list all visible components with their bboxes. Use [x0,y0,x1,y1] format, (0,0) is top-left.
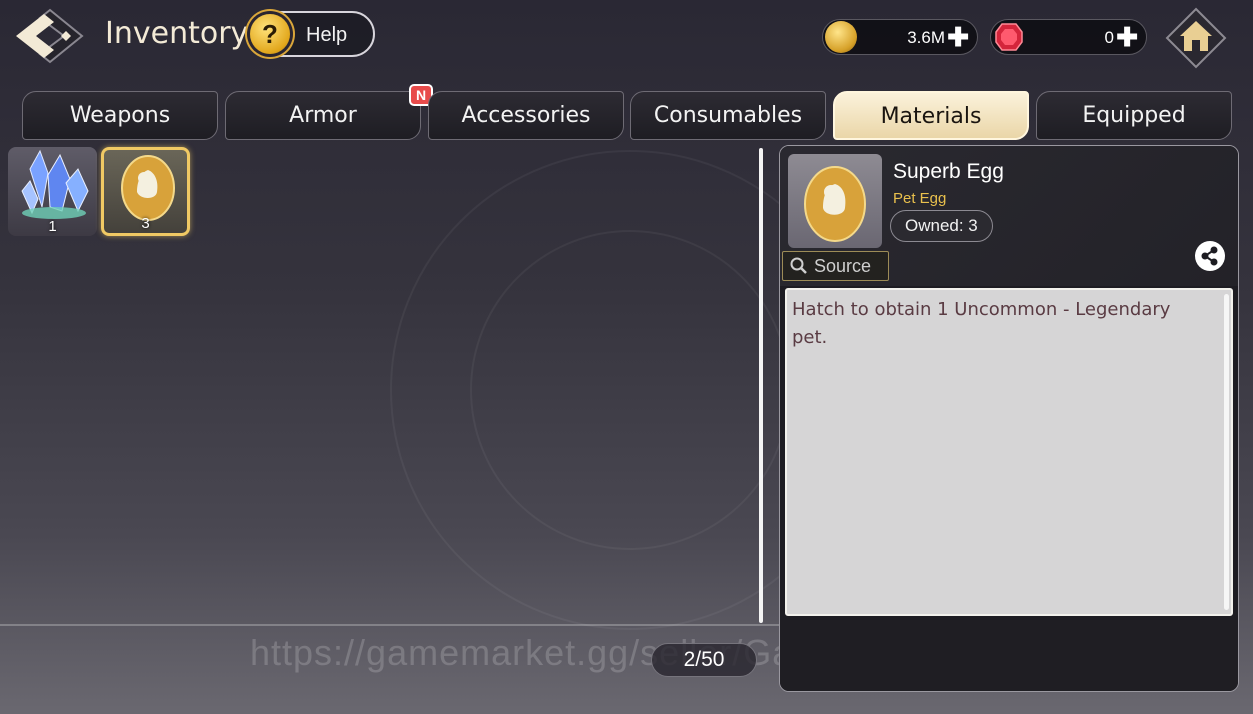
item-quantity: 3 [141,215,150,232]
tab-consumables[interactable]: Consumables [630,91,826,140]
item-quantity: 1 [48,218,57,235]
source-button[interactable]: Source [782,251,889,281]
back-arrow-icon [16,8,84,64]
tab-equipped[interactable]: Equipped [1036,91,1232,140]
tab-accessories[interactable]: Accessories [428,91,624,140]
crystal-icon [21,149,89,219]
red-gem-icon [993,21,1025,53]
tab-weapons[interactable]: Weapons [22,91,218,140]
description-box: Hatch to obtain 1 Uncommon - Legendary p… [785,288,1233,616]
source-label: Source [814,256,872,276]
item-detail-panel: Superb Egg Pet Egg Owned: 3 Source Hatch… [779,145,1239,692]
detail-item-image [788,154,882,248]
egg-icon [121,155,175,221]
background-ornament-inner [470,230,790,550]
share-icon [1201,246,1218,266]
item-slot-superb-egg[interactable]: 3 [101,147,190,236]
tab-materials[interactable]: Materials [833,91,1029,140]
gold-currency: 3.6M ✚ [822,19,978,55]
gem-amount: 0 [1104,28,1114,47]
share-button[interactable] [1195,241,1225,271]
back-button[interactable] [14,8,84,64]
add-gold-button[interactable]: ✚ [947,22,969,53]
home-button[interactable] [1165,7,1227,69]
gem-currency: 0 ✚ [990,19,1147,55]
item-slot-crystal[interactable]: 1 [8,147,97,236]
help-label: Help [306,24,348,46]
home-icon [1165,7,1227,69]
help-button[interactable]: ? Help [246,11,375,57]
capacity-counter: 2/50 [651,643,757,677]
owned-count: Owned: 3 [890,210,993,242]
item-description: Hatch to obtain 1 Uncommon - Legendary p… [792,299,1171,348]
page-title: Inventory [105,16,249,51]
detail-item-type: Pet Egg [893,190,947,207]
tab-armor[interactable]: Armor [225,91,421,140]
detail-footer [780,620,1238,691]
gold-amount: 3.6M [907,28,945,47]
add-gem-button[interactable]: ✚ [1116,22,1138,53]
description-scrollbar[interactable] [1224,294,1229,610]
gold-coin-icon [825,21,857,53]
egg-icon [804,166,866,242]
grid-bottom-border [0,624,780,626]
detail-item-name: Superb Egg [893,160,1004,183]
search-icon [790,257,807,274]
grid-scrollbar[interactable] [759,148,763,623]
question-icon: ? [250,14,290,54]
